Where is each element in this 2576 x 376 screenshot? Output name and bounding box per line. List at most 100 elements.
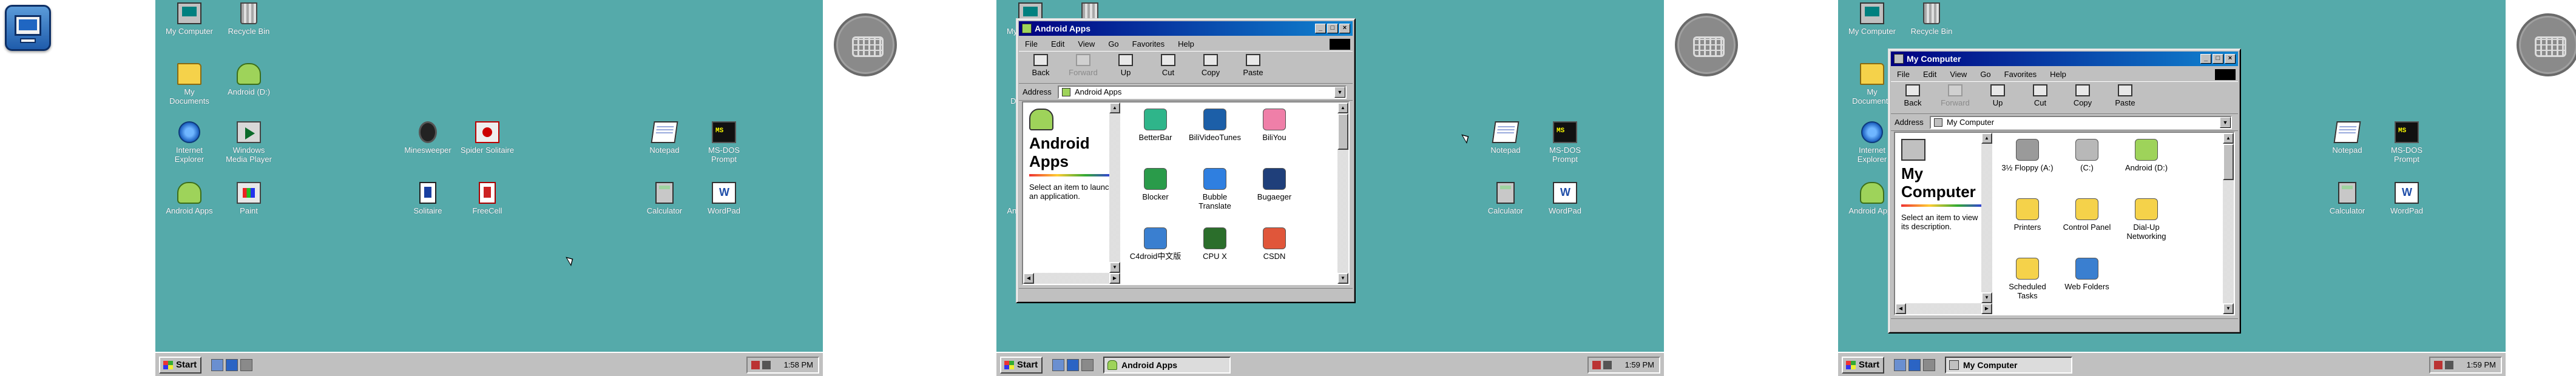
- volume-icon[interactable]: [751, 361, 760, 369]
- maximize-button[interactable]: □: [1327, 24, 1338, 33]
- file-item-bubble-translate[interactable]: Bubble Translate: [1186, 168, 1244, 210]
- network-icon[interactable]: [1603, 361, 1612, 369]
- ie-quicklaunch-icon[interactable]: [1908, 359, 1921, 371]
- toolbar-up-button[interactable]: Up: [1979, 84, 2016, 107]
- menu-edit[interactable]: Edit: [1923, 70, 1936, 79]
- scroll-right-button[interactable]: ▶: [1109, 273, 1120, 284]
- desktop-icon-spider-solitaire[interactable]: Spider Solitaire: [457, 121, 518, 155]
- start-button[interactable]: Start: [159, 357, 201, 374]
- file-item-csdn[interactable]: CSDN: [1245, 227, 1303, 261]
- maximize-button[interactable]: □: [2213, 54, 2223, 64]
- taskbar-button-my-computer[interactable]: My Computer: [1945, 357, 2072, 374]
- address-dropdown-button[interactable]: ▼: [2220, 117, 2231, 128]
- toolbar-paste-button[interactable]: Paste: [2107, 84, 2143, 107]
- scroll-right-button[interactable]: ▶: [1981, 303, 1992, 314]
- scroll-down-button[interactable]: ▼: [1981, 292, 1992, 303]
- desktop-icon-wordpad[interactable]: WordPad: [694, 182, 754, 215]
- info-scrollbar[interactable]: ▲ ▼: [1981, 133, 1992, 303]
- file-item-c4droid-[interactable]: C4droid中文版: [1126, 227, 1185, 261]
- vertical-scrollbar[interactable]: ▲ ▼: [2223, 133, 2234, 314]
- desktop-icon-wordpad[interactable]: WordPad: [2376, 182, 2437, 215]
- desktop-icon-recycle-bin[interactable]: Recycle Bin: [1901, 2, 1962, 36]
- file-item-biliyou[interactable]: BiliYou: [1245, 109, 1303, 142]
- desktop-icon-ms-dos-prompt[interactable]: MS-DOS Prompt: [1535, 121, 1595, 164]
- scroll-up-button[interactable]: ▲: [1337, 102, 1348, 113]
- file-item-printers[interactable]: Printers: [1998, 198, 2057, 232]
- toolbar-up-button[interactable]: Up: [1107, 54, 1144, 77]
- scroll-down-button[interactable]: ▼: [1337, 273, 1348, 284]
- menu-edit[interactable]: Edit: [1051, 39, 1064, 49]
- scroll-down-button[interactable]: ▼: [1109, 262, 1120, 273]
- minimize-button[interactable]: _: [1315, 24, 1326, 33]
- file-item-blocker[interactable]: Blocker: [1126, 168, 1185, 201]
- menu-help[interactable]: Help: [1178, 39, 1194, 49]
- menu-favorites[interactable]: Favorites: [1132, 39, 1165, 49]
- on-screen-keyboard-button[interactable]: [1675, 13, 1738, 76]
- horizontal-scrollbar[interactable]: ◀ ▶: [1895, 303, 1992, 314]
- toolbar-cut-button[interactable]: Cut: [1150, 54, 1186, 77]
- toolbar-paste-button[interactable]: Paste: [1235, 54, 1271, 77]
- volume-icon[interactable]: [1592, 361, 1601, 369]
- vertical-scrollbar[interactable]: ▲ ▼: [1337, 102, 1348, 284]
- desktop-icon-android-apps[interactable]: Android Apps: [159, 182, 220, 215]
- file-item-scheduled-tasks[interactable]: Scheduled Tasks: [1998, 258, 2057, 300]
- close-button[interactable]: ×: [1339, 24, 1350, 33]
- scroll-left-button[interactable]: ◀: [1895, 303, 1906, 314]
- network-icon[interactable]: [762, 361, 771, 369]
- toolbar-cut-button[interactable]: Cut: [2022, 84, 2058, 107]
- desktop-icon-notepad[interactable]: Notepad: [2317, 121, 2378, 155]
- channels-quicklaunch-icon[interactable]: [1923, 359, 1935, 371]
- file-item-3-floppy-a-[interactable]: 3½ Floppy (A:): [1998, 139, 2057, 172]
- menu-go[interactable]: Go: [1980, 70, 1990, 79]
- title-bar[interactable]: My Computer _ □ ×: [1891, 52, 2238, 66]
- volume-icon[interactable]: [2434, 361, 2442, 369]
- info-scrollbar[interactable]: ▲ ▼: [1109, 102, 1120, 273]
- file-item-control-panel[interactable]: Control Panel: [2058, 198, 2116, 232]
- file-item-bugaeger[interactable]: Bugaeger: [1245, 168, 1303, 201]
- desktop-icon-my-documents[interactable]: My Documents: [159, 63, 220, 106]
- address-field[interactable]: Android Apps ▼: [1058, 86, 1347, 99]
- close-button[interactable]: ×: [2225, 54, 2236, 64]
- desktop-icon-paint[interactable]: Paint: [218, 182, 279, 215]
- file-item-bilivideotunes[interactable]: BiliVideoTunes: [1186, 109, 1244, 142]
- desktop-icon-solitaire[interactable]: Solitaire: [397, 182, 458, 215]
- desktop-icon-internet-explorer[interactable]: Internet Explorer: [159, 121, 220, 164]
- scroll-left-button[interactable]: ◀: [1023, 273, 1034, 284]
- channels-quicklaunch-icon[interactable]: [240, 359, 252, 371]
- show-desktop-icon[interactable]: [1052, 359, 1064, 371]
- desktop-icon-windows-media-player[interactable]: Windows Media Player: [218, 121, 279, 164]
- file-item-android-d-[interactable]: Android (D:): [2117, 139, 2175, 172]
- scroll-up-button[interactable]: ▲: [1109, 102, 1120, 113]
- address-field[interactable]: My Computer ▼: [1930, 116, 2232, 129]
- toolbar-back-button[interactable]: Back: [1895, 84, 1931, 107]
- start-button[interactable]: Start: [1842, 357, 1884, 374]
- desktop-icon-minesweeper[interactable]: Minesweeper: [397, 121, 458, 155]
- toolbar-copy-button[interactable]: Copy: [1192, 54, 1229, 77]
- title-bar[interactable]: Android Apps _ □ ×: [1019, 21, 1353, 36]
- on-screen-keyboard-button[interactable]: [2517, 13, 2576, 76]
- file-item-web-folders[interactable]: Web Folders: [2058, 258, 2116, 291]
- menu-view[interactable]: View: [1950, 70, 1967, 79]
- desktop-icon-calculator[interactable]: Calculator: [1475, 182, 1536, 215]
- show-desktop-icon[interactable]: [1894, 359, 1906, 371]
- desktop-icon-my-computer[interactable]: My Computer: [1842, 2, 1902, 36]
- on-screen-keyboard-button[interactable]: [834, 13, 897, 76]
- channels-quicklaunch-icon[interactable]: [1081, 359, 1094, 371]
- minimize-button[interactable]: _: [2200, 54, 2211, 64]
- desktop-icon-notepad[interactable]: Notepad: [1475, 121, 1536, 155]
- menu-file[interactable]: File: [1025, 39, 1038, 49]
- toolbar-copy-button[interactable]: Copy: [2064, 84, 2101, 107]
- scroll-up-button[interactable]: ▲: [1981, 133, 1992, 144]
- ie-quicklaunch-icon[interactable]: [1067, 359, 1079, 371]
- horizontal-scrollbar[interactable]: ◀ ▶: [1023, 273, 1120, 284]
- file-item--c-[interactable]: (C:): [2058, 139, 2116, 172]
- scroll-thumb[interactable]: [1337, 113, 1348, 150]
- desktop-icon-ms-dos-prompt[interactable]: MS-DOS Prompt: [2376, 121, 2437, 164]
- desktop-icon-wordpad[interactable]: WordPad: [1535, 182, 1595, 215]
- show-desktop-icon[interactable]: [211, 359, 223, 371]
- desktop-icon-notepad[interactable]: Notepad: [634, 121, 695, 155]
- scroll-down-button[interactable]: ▼: [2223, 303, 2234, 314]
- toolbar-back-button[interactable]: Back: [1023, 54, 1059, 77]
- menu-file[interactable]: File: [1897, 70, 1910, 79]
- desktop-icon-my-computer[interactable]: My Computer: [159, 2, 220, 36]
